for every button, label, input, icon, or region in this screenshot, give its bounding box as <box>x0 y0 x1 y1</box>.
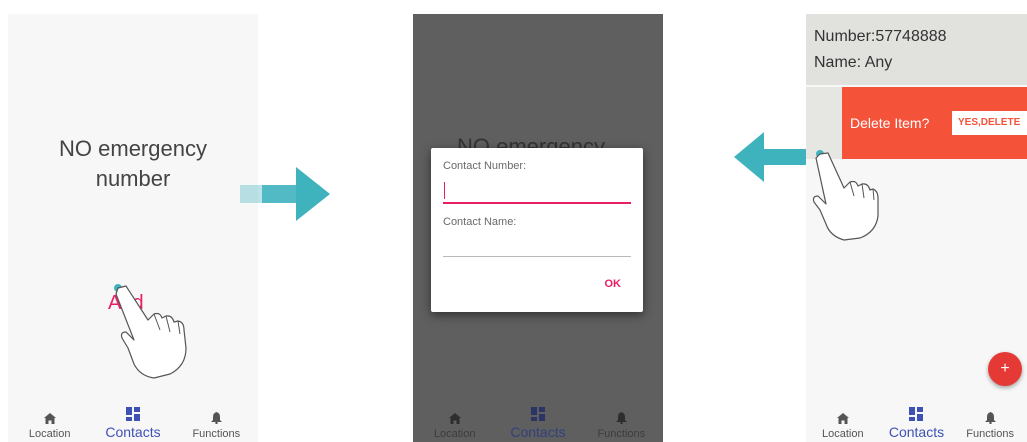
empty-message-line2: number <box>95 166 171 191</box>
nav-item-location[interactable]: Location <box>806 409 879 440</box>
ok-button[interactable]: OK <box>605 278 622 290</box>
bottom-navigation: Location Contacts Functions <box>413 402 663 442</box>
nav-label-location: Location <box>433 428 476 440</box>
left-arrow-icon <box>734 132 812 182</box>
add-contact-fab[interactable]: + <box>988 352 1022 386</box>
nav-item-contacts[interactable]: Contacts <box>880 405 953 440</box>
screen-contact-list: Number:57748888 Name: Any Delete Item? Y… <box>806 14 1027 442</box>
nav-label-location: Location <box>822 428 864 440</box>
screen-add-contact-dialog: NO emergency Contact Number: Contact Nam… <box>413 14 663 442</box>
nav-item-functions[interactable]: Functions <box>175 409 258 440</box>
nav-item-contacts[interactable]: Contacts <box>497 405 580 440</box>
contacts-grid-icon <box>125 405 140 423</box>
nav-item-functions[interactable]: Functions <box>954 409 1027 440</box>
contact-name: Name: Any <box>814 54 893 71</box>
home-icon <box>43 409 56 427</box>
contact-name-field[interactable] <box>443 256 631 257</box>
nav-item-location[interactable]: Location <box>413 409 496 440</box>
screen-empty-contacts: NO emergency number Add Location Contact… <box>8 14 258 442</box>
home-icon <box>448 409 461 427</box>
empty-message-line1: NO emergency <box>59 136 207 161</box>
nav-label-contacts: Contacts <box>105 424 161 440</box>
yes-delete-button[interactable]: YES,DELETE <box>952 111 1027 135</box>
nav-item-contacts[interactable]: Contacts <box>92 405 175 440</box>
contact-list-item[interactable]: Number:57748888 Name: Any <box>806 14 1027 85</box>
home-icon <box>836 409 849 427</box>
right-arrow-icon <box>240 167 330 221</box>
nav-label-functions: Functions <box>192 428 241 440</box>
delete-prompt: Delete Item? <box>850 115 930 131</box>
bell-icon <box>210 409 222 427</box>
empty-state-message: NO emergency number <box>8 134 258 194</box>
contacts-grid-icon <box>909 405 924 423</box>
contact-number-label: Contact Number: <box>443 160 527 172</box>
nav-label-functions: Functions <box>966 428 1014 440</box>
contacts-grid-icon <box>530 405 545 423</box>
pointing-hand-icon <box>114 284 187 379</box>
nav-label-location: Location <box>28 428 71 440</box>
text-cursor <box>444 182 445 199</box>
nav-label-contacts: Contacts <box>888 424 945 440</box>
bottom-navigation: Location Contacts Functions <box>8 402 258 442</box>
bell-icon <box>984 409 996 427</box>
add-contact-dialog: Contact Number: Contact Name: OK <box>431 148 643 312</box>
contact-number: Number:57748888 <box>814 28 947 45</box>
contact-number-field[interactable] <box>443 202 631 204</box>
contact-name-label: Contact Name: <box>443 216 517 228</box>
nav-label-functions: Functions <box>597 428 646 440</box>
nav-label-contacts: Contacts <box>510 424 566 440</box>
nav-item-location[interactable]: Location <box>8 409 91 440</box>
bottom-navigation: Location Contacts Functions <box>806 402 1027 442</box>
nav-item-functions[interactable]: Functions <box>580 409 663 440</box>
pointing-hand-icon <box>812 150 879 241</box>
bell-icon <box>615 409 627 427</box>
